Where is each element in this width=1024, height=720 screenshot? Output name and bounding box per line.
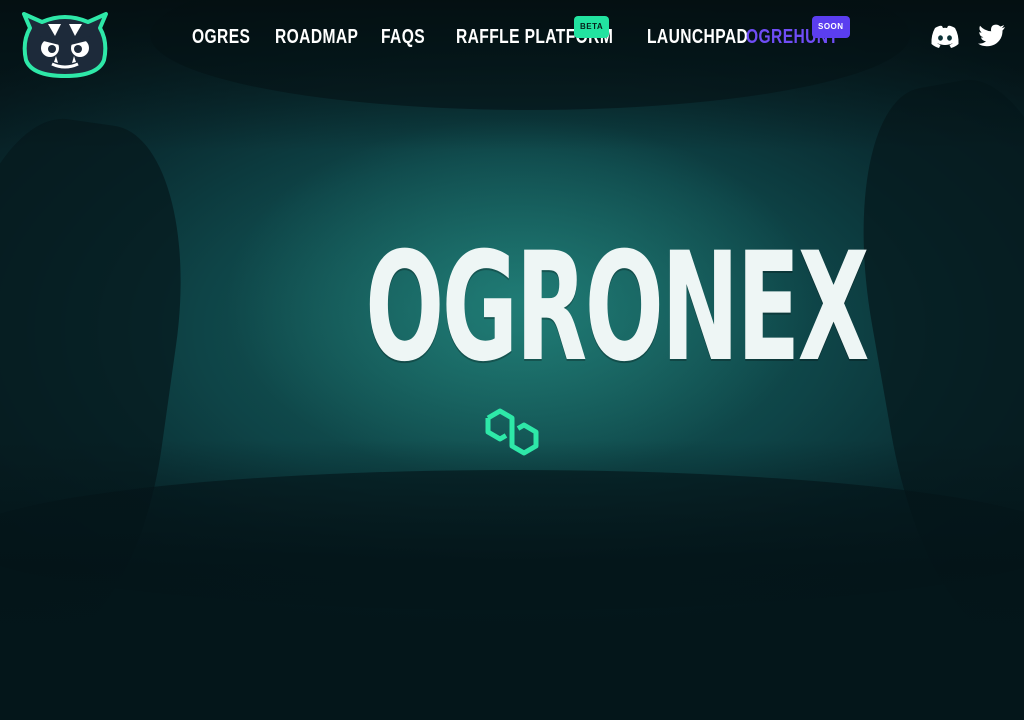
beta-badge: BETA <box>574 16 610 38</box>
soon-badge: SOON <box>812 16 850 38</box>
nav-launchpad[interactable]: LAUNCHPAD <box>647 26 748 49</box>
twitter-icon[interactable] <box>978 24 1008 50</box>
ogre-face-logo[interactable] <box>20 10 110 80</box>
nav-ogres[interactable]: OGRES <box>192 26 250 49</box>
hero-title: OGRONEX <box>365 221 869 395</box>
discord-icon[interactable] <box>930 24 960 50</box>
hero-title-wrap: OGRONEX <box>274 221 869 395</box>
nav-roadmap[interactable]: ROADMAP <box>275 26 358 49</box>
site-header: OGRES ROADMAP FAQS RAFFLE PLATFORM LAUNC… <box>0 0 1024 90</box>
nav-faqs[interactable]: FAQS <box>381 26 425 49</box>
polygon-icon <box>484 406 540 458</box>
bottom-shade <box>0 440 1024 720</box>
